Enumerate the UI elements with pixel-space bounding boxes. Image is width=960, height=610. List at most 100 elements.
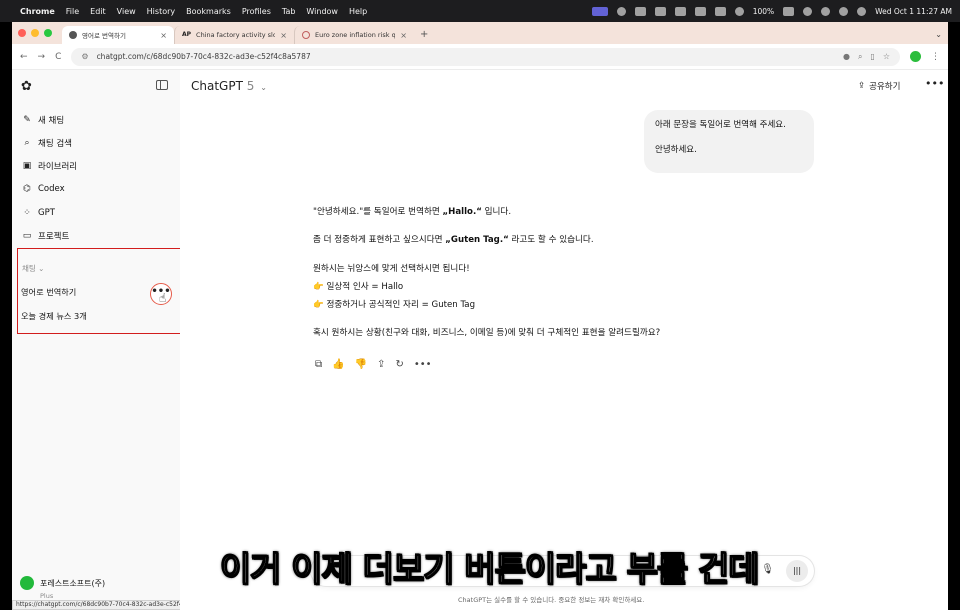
- openai-logo-icon[interactable]: ✿: [21, 79, 32, 94]
- close-window-button[interactable]: [18, 29, 26, 37]
- chat-main: ChatGPT 5 ⌄ ⇪ 공유하기 ••• 아래 문장을 독일어로 번역해 주…: [180, 70, 948, 610]
- chevron-down-icon: ⌄: [260, 83, 267, 92]
- close-tab-icon[interactable]: ×: [400, 31, 407, 40]
- chrome-menu-icon[interactable]: ⋮: [931, 52, 940, 62]
- profile-avatar-icon[interactable]: [910, 51, 921, 62]
- microphone-icon[interactable]: 🎙: [761, 564, 774, 575]
- tab-title: China factory activity slows f: [196, 31, 276, 39]
- model-version: 5: [246, 79, 255, 93]
- voice-mode-button[interactable]: |||: [786, 560, 808, 582]
- answer-bold-text: „Hallo.“: [442, 207, 482, 217]
- sidebar-item-new-chat[interactable]: ✎ 새 채팅: [22, 112, 64, 128]
- sidebar-item-label: 프로젝트: [38, 232, 70, 242]
- menu-history[interactable]: History: [147, 7, 175, 16]
- sidebar-item-label: 채팅 검색: [38, 139, 72, 149]
- share-button[interactable]: ⇪ 공유하기: [858, 80, 900, 92]
- sidebar-toggle-icon[interactable]: [156, 80, 168, 90]
- status-icon[interactable]: [714, 6, 726, 16]
- sidebar-item-projects[interactable]: ▭ 프로젝트: [22, 228, 70, 244]
- minimize-window-button[interactable]: [31, 29, 39, 37]
- regenerate-icon[interactable]: ↻: [395, 359, 403, 370]
- pointing-hand-icon: 👉: [313, 300, 327, 310]
- answer-line: 좀 더 정중하게 표현하고 싶으시다면 „Guten Tag.“ 라고도 할 수…: [313, 233, 594, 245]
- back-button[interactable]: ←: [20, 52, 28, 62]
- menu-extras: 100% Wed Oct 1 11:27 AM: [591, 6, 952, 16]
- tab-title: 영어로 번역하기: [82, 32, 126, 40]
- more-options-icon[interactable]: •••: [414, 359, 432, 370]
- tab-chatgpt[interactable]: 영어로 번역하기 ×: [62, 26, 174, 44]
- address-bar[interactable]: ⚙ chatgpt.com/c/68dc90b7-70c4-832c-ad3e-…: [71, 47, 900, 66]
- video-subtitle: 이거 이제 더보기 버튼이라고 부를 건데: [219, 549, 760, 591]
- more-options-icon[interactable]: •••: [925, 77, 944, 90]
- status-icon[interactable]: [654, 6, 666, 16]
- status-icon[interactable]: [616, 6, 626, 16]
- user-message-line: 안녕하세요.: [655, 145, 697, 155]
- forward-button[interactable]: →: [38, 52, 46, 62]
- new-tab-button[interactable]: +: [420, 29, 428, 40]
- user-account[interactable]: 포레스트소프트(주) Plus: [20, 576, 106, 600]
- page-icon[interactable]: ▯: [870, 52, 874, 61]
- sidebar-item-label: Codex: [38, 184, 65, 194]
- screen-record-icon[interactable]: [591, 6, 608, 16]
- globe-favicon-icon: [302, 31, 310, 39]
- tab-search-chevron-icon[interactable]: ⌄: [935, 30, 942, 39]
- menu-tab[interactable]: Tab: [282, 7, 296, 16]
- status-icon[interactable]: [634, 6, 646, 16]
- sidebar-item-library[interactable]: ▣ 라이브러리: [22, 158, 77, 174]
- sidebar-item-gpt[interactable]: ⁘ GPT: [22, 205, 55, 221]
- menu-edit[interactable]: Edit: [90, 7, 106, 16]
- answer-line: 혹시 원하시는 상황(친구와 대화, 비즈니스, 이메일 등)에 맞춰 더 구체…: [313, 328, 661, 338]
- menu-window[interactable]: Window: [306, 7, 338, 16]
- search-icon[interactable]: [839, 6, 849, 16]
- share-icon[interactable]: ⇪: [377, 359, 385, 370]
- message-actions: ⧉ 👍 👎 ⇪ ↻ •••: [315, 359, 432, 370]
- close-tab-icon[interactable]: ×: [280, 31, 287, 40]
- tab-euro-inflation[interactable]: Euro zone inflation risk quite ×: [294, 26, 414, 44]
- answer-text: 입니다.: [481, 207, 512, 217]
- model-name: ChatGPT: [191, 79, 243, 93]
- control-center-icon[interactable]: [857, 6, 867, 16]
- user-plan: Plus: [40, 592, 54, 600]
- bookmark-star-icon[interactable]: ☆: [883, 52, 890, 61]
- thumbs-up-icon[interactable]: 👍: [332, 359, 344, 370]
- menu-view[interactable]: View: [117, 7, 136, 16]
- menu-app-name[interactable]: Chrome: [20, 7, 55, 16]
- tab-ap-news[interactable]: AP China factory activity slows f ×: [174, 26, 294, 44]
- zoom-window-button[interactable]: [44, 29, 52, 37]
- copy-icon[interactable]: ⧉: [315, 359, 322, 370]
- extension-icon[interactable]: ●: [843, 52, 850, 61]
- answer-text: 정중하거나 공식적인 자리 = Guten Tag: [326, 300, 476, 310]
- sidebar-item-search-chats[interactable]: ⌕ 채팅 검색: [22, 135, 72, 151]
- sidebar-item-label: 라이브러리: [38, 162, 78, 172]
- chatgpt-favicon-icon: [69, 31, 77, 39]
- menu-clock[interactable]: Wed Oct 1 11:27 AM: [875, 7, 952, 16]
- share-icon: ⇪: [858, 81, 866, 91]
- chat-sidebar: ✿ ✎ 새 채팅 ⌕ 채팅 검색 ▣ 라이브러리 ⌬ Codex ⁘ GPT ▭…: [12, 70, 189, 610]
- sidebar-item-codex[interactable]: ⌬ Codex: [22, 181, 65, 197]
- user-name: 포레스트소프트(주): [40, 578, 106, 588]
- folder-icon: ▭: [22, 231, 32, 241]
- menu-file[interactable]: File: [66, 7, 79, 16]
- sidebar-item-label: GPT: [38, 208, 55, 218]
- codex-icon: ⌬: [23, 184, 31, 194]
- battery-percent: 100%: [752, 6, 775, 16]
- model-selector[interactable]: ChatGPT 5 ⌄: [191, 79, 267, 93]
- site-info-icon[interactable]: ⚙: [81, 52, 88, 61]
- close-tab-icon[interactable]: ×: [160, 31, 167, 40]
- status-icon[interactable]: [694, 6, 706, 16]
- menu-help[interactable]: Help: [349, 7, 367, 16]
- zoom-icon[interactable]: ⌕: [858, 52, 862, 62]
- battery-icon[interactable]: [783, 6, 795, 16]
- user-message-line: 아래 문장을 독일어로 번역해 주세요.: [655, 120, 786, 130]
- browser-tab-strip: 영어로 번역하기 × AP China factory activity slo…: [12, 22, 948, 44]
- menu-bookmarks[interactable]: Bookmarks: [186, 7, 231, 16]
- address-url[interactable]: chatgpt.com/c/68dc90b7-70c4-832c-ad3e-c5…: [97, 52, 835, 61]
- wifi-icon[interactable]: [821, 6, 831, 16]
- menu-profiles[interactable]: Profiles: [242, 7, 271, 16]
- bluetooth-icon[interactable]: [803, 6, 813, 16]
- display-icon[interactable]: [674, 6, 686, 16]
- hand-pointer-icon: ☝: [159, 291, 167, 305]
- thumbs-down-icon[interactable]: 👎: [355, 359, 367, 370]
- status-icon[interactable]: [734, 6, 744, 16]
- reload-button[interactable]: C: [55, 52, 61, 62]
